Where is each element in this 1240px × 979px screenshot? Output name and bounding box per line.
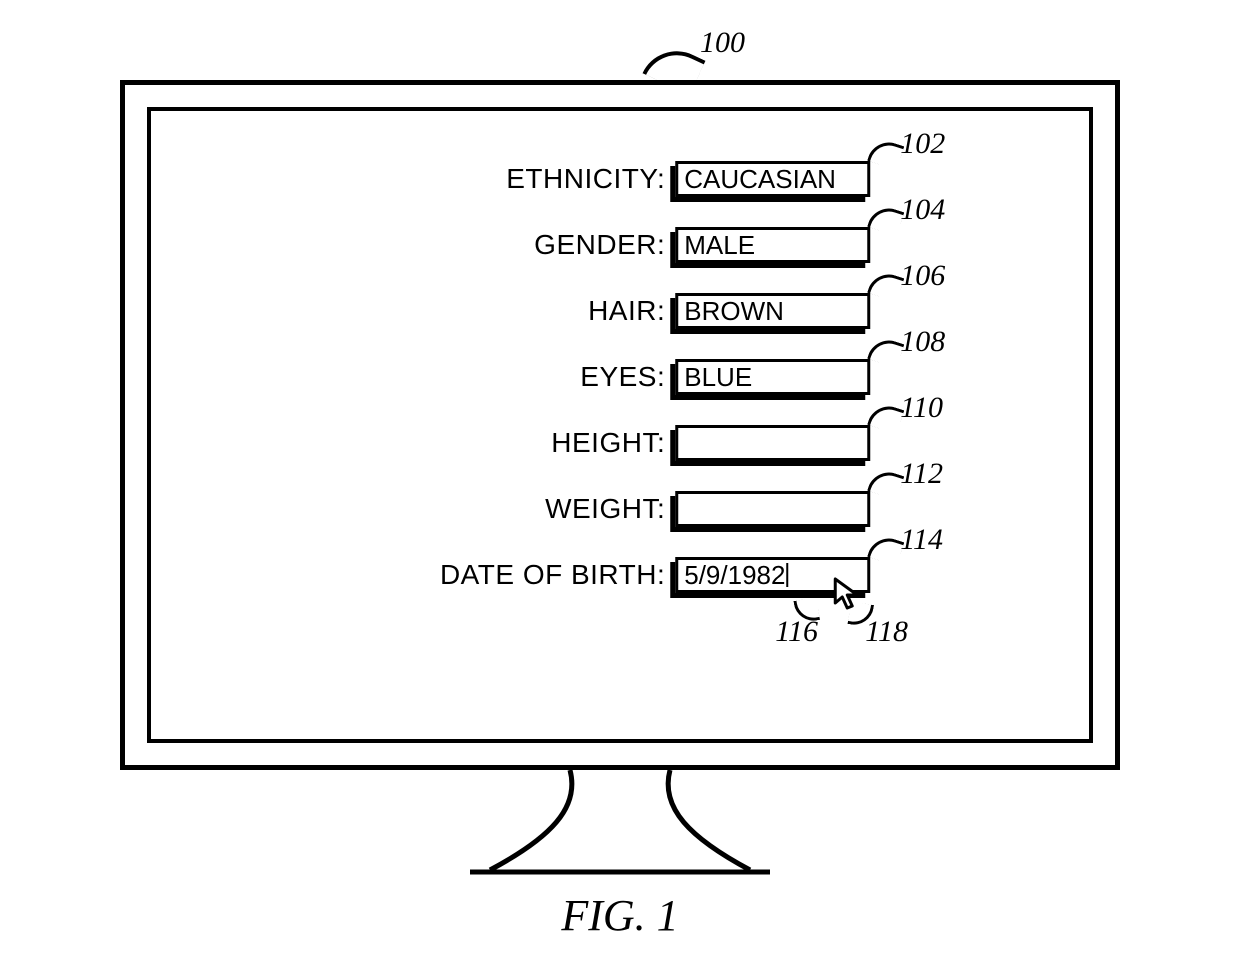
row-weight: WEIGHT: 112 (415, 491, 870, 527)
lead-line (867, 533, 904, 566)
label-hair: HAIR: (415, 295, 675, 327)
form: ETHNICITY: CAUCASIAN 102 GENDER: MALE 10… (415, 161, 870, 593)
ref-114: 114 (900, 523, 943, 557)
field-eyes[interactable]: BLUE (675, 359, 870, 395)
monitor-stand (430, 768, 810, 878)
screen: ETHNICITY: CAUCASIAN 102 GENDER: MALE 10… (147, 107, 1093, 743)
label-eyes: EYES: (415, 361, 675, 393)
label-weight: WEIGHT: (415, 493, 675, 525)
field-gender[interactable]: MALE (675, 227, 870, 263)
field-height[interactable] (675, 425, 870, 461)
row-dob: DATE OF BIRTH: 5/9/1982 114 (415, 557, 870, 593)
ref-116: 116 (775, 615, 818, 649)
figure-canvas: 100 ETHNICITY: CAUCASIAN 102 GENDER: MAL… (0, 0, 1240, 979)
ref-102: 102 (900, 127, 945, 161)
ref-110: 110 (900, 391, 943, 425)
field-weight[interactable] (675, 491, 870, 527)
ref-100: 100 (700, 26, 745, 60)
ref-108: 108 (900, 325, 945, 359)
dob-value: 5/9/1982 (684, 560, 785, 591)
label-dob: DATE OF BIRTH: (415, 559, 675, 591)
field-hair[interactable]: BROWN (675, 293, 870, 329)
row-eyes: EYES: BLUE 108 (415, 359, 870, 395)
monitor-bezel: ETHNICITY: CAUCASIAN 102 GENDER: MALE 10… (120, 80, 1120, 770)
field-ethnicity[interactable]: CAUCASIAN (675, 161, 870, 197)
label-gender: GENDER: (415, 229, 675, 261)
lead-line (867, 401, 904, 434)
figure-caption: FIG. 1 (0, 890, 1240, 941)
lead-line (867, 335, 904, 368)
lead-line (867, 467, 904, 500)
ref-118: 118 (865, 615, 908, 649)
label-ethnicity: ETHNICITY: (415, 163, 675, 195)
row-ethnicity: ETHNICITY: CAUCASIAN 102 (415, 161, 870, 197)
text-caret (786, 563, 788, 587)
lead-line (867, 137, 904, 170)
row-height: HEIGHT: 110 (415, 425, 870, 461)
lead-line (867, 269, 904, 302)
ref-104: 104 (900, 193, 945, 227)
ref-106: 106 (900, 259, 945, 293)
label-height: HEIGHT: (415, 427, 675, 459)
lead-line (867, 203, 904, 236)
row-hair: HAIR: BROWN 106 (415, 293, 870, 329)
row-gender: GENDER: MALE 104 (415, 227, 870, 263)
ref-112: 112 (900, 457, 943, 491)
